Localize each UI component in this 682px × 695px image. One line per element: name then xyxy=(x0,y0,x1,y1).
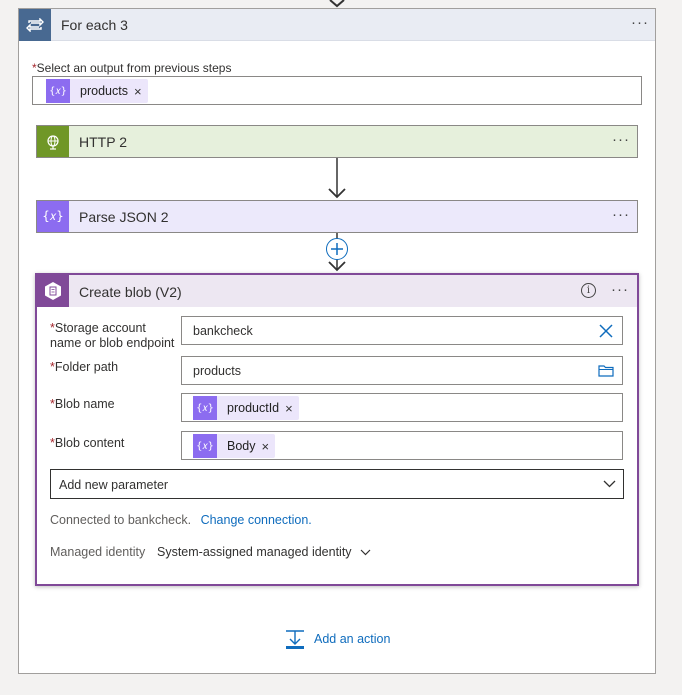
http-more-button[interactable]: ··· xyxy=(612,131,630,148)
storage-account-value: bankcheck xyxy=(193,324,253,338)
parse-json-card[interactable]: {𝑥} Parse JSON 2 ··· xyxy=(36,200,638,233)
remove-token-icon[interactable]: × xyxy=(134,84,148,99)
expression-icon: {𝑥} xyxy=(37,201,69,232)
expression-icon: {𝑥} xyxy=(193,396,217,420)
managed-identity-label: Managed identity xyxy=(50,545,146,559)
create-blob-more-button[interactable]: ··· xyxy=(611,281,629,298)
folder-path-value: products xyxy=(193,364,241,378)
token-label: Body xyxy=(227,439,256,453)
body-token[interactable]: {𝑥} Body × xyxy=(193,434,276,458)
add-parameter-dropdown[interactable]: Add new parameter xyxy=(50,469,624,499)
expression-icon: {𝑥} xyxy=(193,434,217,458)
folder-path-label: *Folder path xyxy=(50,360,119,374)
storage-account-field[interactable]: bankcheck xyxy=(181,316,623,345)
productid-token[interactable]: {𝑥} productId × xyxy=(193,396,299,420)
connection-info: Connected to bankcheck. Change connectio… xyxy=(50,513,312,527)
plus-icon xyxy=(331,243,343,255)
create-blob-title: Create blob (V2) xyxy=(79,284,182,300)
token-label: productId xyxy=(227,401,280,415)
expression-icon: {𝑥} xyxy=(46,79,70,103)
http-card[interactable]: HTTP 2 ··· xyxy=(36,125,638,158)
managed-identity-value: System-assigned managed identity xyxy=(157,545,352,559)
foreach-header[interactable]: For each 3 ··· xyxy=(19,9,655,41)
chevron-down-icon xyxy=(603,480,616,488)
storage-account-label: *Storage account name or blob endpoint xyxy=(50,321,175,350)
products-token[interactable]: {𝑥} products × xyxy=(46,79,148,103)
managed-identity-dropdown[interactable]: System-assigned managed identity xyxy=(157,545,371,559)
remove-token-icon[interactable]: × xyxy=(262,439,276,454)
change-connection-link[interactable]: Change connection. xyxy=(201,513,312,527)
blob-content-label: *Blob content xyxy=(50,436,125,450)
add-parameter-label: Add new parameter xyxy=(59,478,169,492)
add-action-icon xyxy=(286,630,304,649)
blob-storage-icon xyxy=(37,275,69,307)
blob-content-field[interactable]: {𝑥} Body × xyxy=(181,431,623,460)
create-blob-header[interactable]: Create blob (V2) i ··· xyxy=(37,275,637,307)
foreach-title: For each 3 xyxy=(61,17,128,33)
connector-arrow xyxy=(328,158,346,199)
select-output-label: *Select an output from previous steps xyxy=(32,61,232,75)
chevron-down-icon xyxy=(360,549,370,555)
blob-name-label: *Blob name xyxy=(50,397,115,411)
folder-path-field[interactable]: products xyxy=(181,356,623,385)
remove-token-icon[interactable]: × xyxy=(285,401,299,416)
loop-icon xyxy=(19,9,51,41)
add-action-button[interactable]: Add an action xyxy=(285,629,390,649)
clear-icon[interactable] xyxy=(599,324,613,338)
http-title: HTTP 2 xyxy=(79,134,127,150)
foreach-more-button[interactable]: ··· xyxy=(631,14,649,31)
globe-icon xyxy=(37,126,69,157)
parse-json-title: Parse JSON 2 xyxy=(79,209,169,225)
folder-icon[interactable] xyxy=(598,364,614,377)
add-action-label: Add an action xyxy=(314,632,391,646)
connected-text: Connected to bankcheck. xyxy=(50,513,192,527)
blob-name-field[interactable]: {𝑥} productId × xyxy=(181,393,623,422)
token-label: products xyxy=(80,84,128,98)
insert-step-button[interactable] xyxy=(326,238,348,260)
select-output-field[interactable]: {𝑥} products × xyxy=(32,76,642,105)
parse-json-more-button[interactable]: ··· xyxy=(612,206,630,223)
info-icon[interactable]: i xyxy=(581,283,596,298)
